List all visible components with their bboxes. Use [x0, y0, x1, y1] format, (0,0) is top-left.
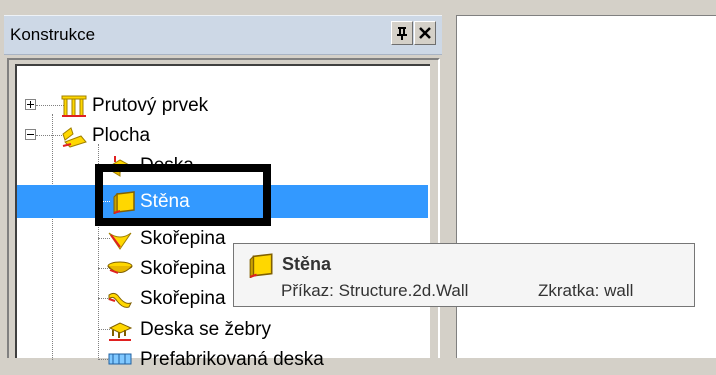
tree-item-member[interactable]: Prutový prvek	[17, 91, 428, 121]
tooltip-title: Stěna	[282, 254, 332, 274]
tree-item-ribbed-slab[interactable]: Deska se žebry	[17, 315, 428, 345]
expand-toggle[interactable]	[25, 99, 36, 110]
panel-title: Konstrukce	[10, 25, 96, 44]
tree-item-precast-slab[interactable]: Prefabrikovaná deska	[17, 345, 428, 375]
command-tooltip: Stěna Příkaz: Structure.2d.Wall Zkratka:…	[233, 243, 695, 307]
highlight-frame	[95, 164, 271, 226]
collapse-toggle[interactable]	[25, 129, 36, 140]
pin-icon	[397, 27, 407, 40]
member-icon	[61, 95, 87, 117]
ribbed-slab-icon	[108, 322, 133, 341]
shell-wave-icon	[108, 292, 132, 308]
shell-icon	[108, 232, 132, 250]
tree-item-plane[interactable]: Plocha	[17, 121, 428, 151]
tree-item-label: Skořepina	[140, 228, 226, 249]
precast-slab-icon	[108, 353, 132, 365]
tree-item-label: Prutový prvek	[92, 95, 209, 116]
wall-icon	[249, 253, 273, 278]
plane-icon	[62, 127, 87, 148]
tree-item-label: Plocha	[92, 125, 151, 146]
tooltip-shortcut: Zkratka: wall	[538, 281, 634, 300]
close-button[interactable]	[414, 21, 436, 45]
tree-item-label: Skořepina	[140, 258, 226, 279]
tree-item-label: Prefabrikovaná deska	[140, 349, 324, 370]
close-icon	[419, 27, 431, 39]
shell-bowl-icon	[107, 261, 133, 274]
pin-button[interactable]	[391, 21, 413, 45]
tree-item-label: Deska se žebry	[140, 319, 271, 340]
tree-item-label: Skořepina	[140, 288, 226, 309]
tree-connector	[36, 135, 64, 136]
tree-connector	[36, 105, 64, 106]
tooltip-command: Příkaz: Structure.2d.Wall	[281, 281, 469, 300]
panel-header: Konstrukce	[4, 15, 442, 55]
